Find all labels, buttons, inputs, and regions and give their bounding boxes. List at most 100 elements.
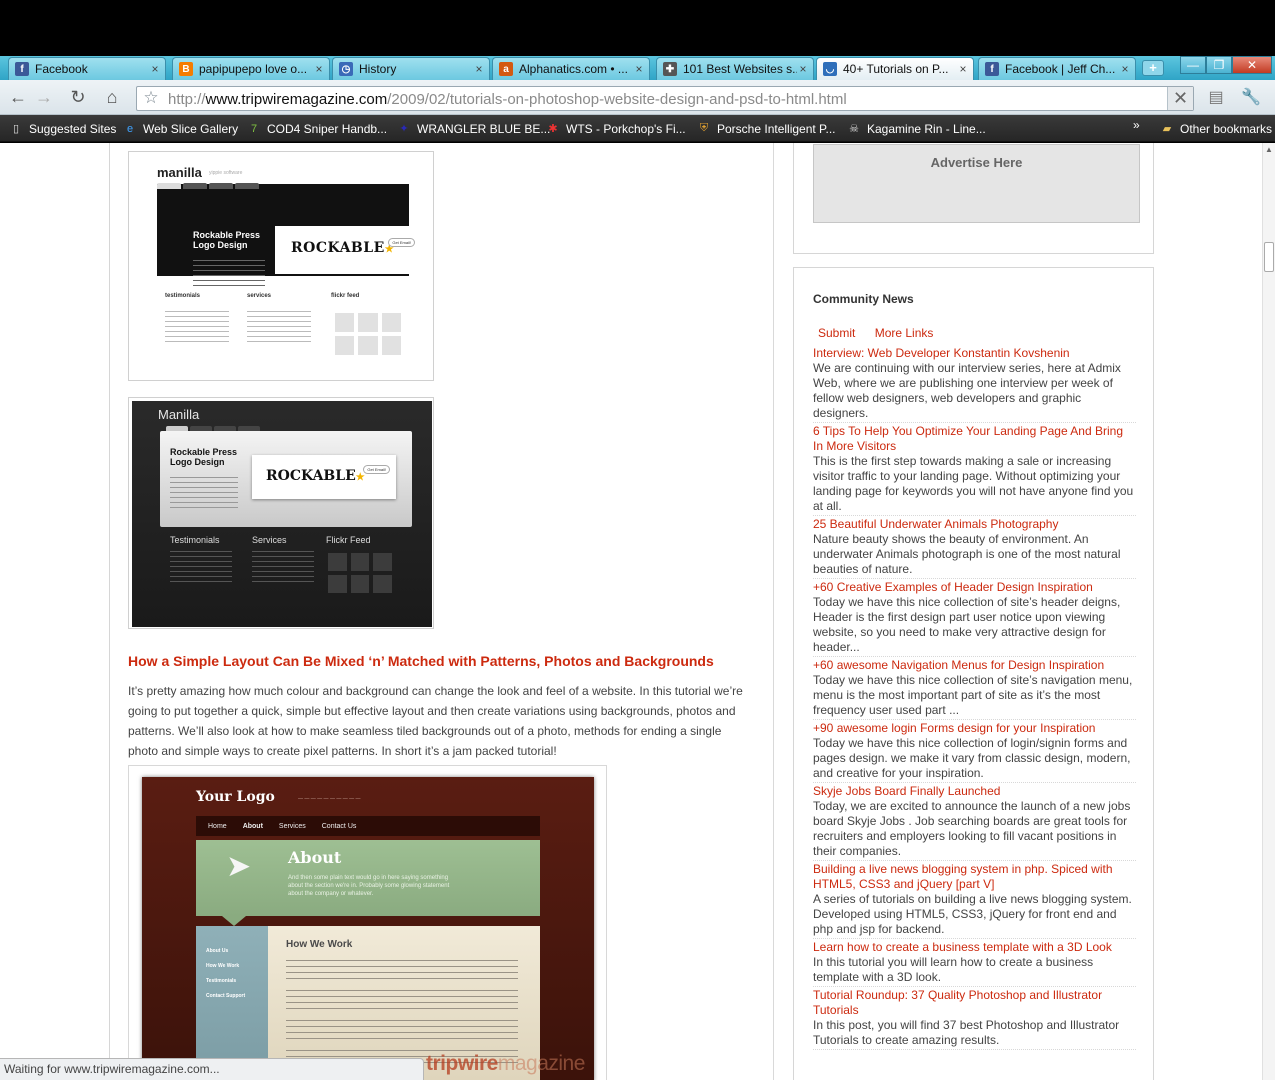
submit-link[interactable]: Submit <box>818 326 855 340</box>
manilla-light-screenshot[interactable]: manilla yippie software Rockable Press Lo… <box>128 151 434 381</box>
text-lines <box>165 311 229 345</box>
news-title-link[interactable]: 25 Beautiful Underwater Animals Photogra… <box>813 517 1136 532</box>
tab-label: Facebook <box>35 62 88 76</box>
hero-heading: Rockable Press Logo Design <box>170 447 238 467</box>
rockable-banner: ROCKABLE★ Get Email! <box>275 226 421 274</box>
flickr-grid <box>328 553 392 593</box>
close-tab-icon[interactable]: × <box>1119 62 1131 76</box>
close-tab-icon[interactable]: × <box>473 62 485 76</box>
news-title-link[interactable]: Building a live news blogging system in … <box>813 862 1136 892</box>
tripwire-watermark: tripwiremagazine <box>426 1052 585 1075</box>
post-title-link[interactable]: How a Simple Layout Can Be Mixed ‘n’ Mat… <box>128 653 714 669</box>
close-tab-icon[interactable]: × <box>633 62 645 76</box>
brand-text: ROCKABLE <box>291 240 385 256</box>
tab-label: Alphanatics.com • ... <box>519 62 628 76</box>
advertise-box: Advertise Here <box>793 143 1154 254</box>
hero-notch <box>222 916 246 926</box>
news-item: Interview: Web Developer Konstantin Kovs… <box>813 345 1136 423</box>
maximize-button[interactable]: ❐ <box>1206 56 1232 74</box>
news-item: 6 Tips To Help You Optimize Your Landing… <box>813 423 1136 516</box>
your-logo-screenshot[interactable]: Your Logo — — — — — — — — — — Home About… <box>128 765 607 1080</box>
shot-logo: Your Logo <box>196 789 275 805</box>
news-title-link[interactable]: +60 awesome Navigation Menus for Design … <box>813 658 1136 673</box>
back-icon[interactable]: ← <box>6 86 30 110</box>
tab-5[interactable]: ✚ 101 Best Websites s... × <box>656 57 814 80</box>
forward-icon[interactable]: → <box>32 86 56 110</box>
history-icon: ◷ <box>339 62 353 76</box>
text-lines <box>286 990 518 1012</box>
news-title-link[interactable]: Learn how to create a business template … <box>813 940 1136 955</box>
bookmark-3[interactable]: 7 COD4 Sniper Handb... <box>246 120 387 137</box>
new-tab-button[interactable]: + <box>1142 60 1164 76</box>
tab-4[interactable]: a Alphanatics.com • ... × <box>492 57 650 80</box>
hero-text-lines <box>170 477 238 511</box>
close-tab-icon[interactable]: × <box>797 62 809 76</box>
bookmark-1[interactable]: ▯ Suggested Sites <box>8 120 116 137</box>
ie-icon: e <box>126 122 134 135</box>
scroll-thumb[interactable] <box>1264 242 1274 272</box>
news-title-link[interactable]: +90 awesome login Forms design for your … <box>813 721 1136 736</box>
alphanatics-icon: a <box>499 62 513 76</box>
close-window-button[interactable]: ✕ <box>1232 56 1272 74</box>
news-description: Today we have this nice collection of lo… <box>813 736 1131 780</box>
tab-7[interactable]: f Facebook | Jeff Ch... × <box>978 57 1136 80</box>
web-page: manilla yippie software Rockable Press Lo… <box>0 143 1275 1080</box>
bookmark-6[interactable]: ⛨ Porsche Intelligent P... <box>696 120 836 137</box>
news-item: Skyje Jobs Board Finally Launched Today, … <box>813 783 1136 861</box>
tab-1[interactable]: f Facebook × <box>8 57 166 80</box>
tab-label: papipupepo love o... <box>199 62 308 76</box>
text-lines <box>286 1020 518 1042</box>
tab-2[interactable]: Bpapipupepo love o... × <box>172 57 330 80</box>
page-menu-icon[interactable]: ▤ <box>1203 87 1229 109</box>
other-bookmarks[interactable]: ▰ Other bookmarks <box>1159 120 1272 137</box>
wrench-icon[interactable]: 🔧 <box>1238 87 1264 109</box>
news-item: Learn how to create a business template … <box>813 939 1136 987</box>
tab-strip: f Facebook × Bpapipupepo love o... × ◷ History… <box>0 56 1275 80</box>
bookmark-label: WTS - Porkchop's Fi... <box>566 121 686 136</box>
text-lines <box>252 551 314 585</box>
close-tab-icon[interactable]: × <box>957 62 969 76</box>
text-lines <box>247 311 311 345</box>
address-bar[interactable]: ☆ http://www.tripwiremagazine.com/2009/0… <box>136 86 1194 111</box>
bookmark-label: Suggested Sites <box>29 121 117 136</box>
manilla-dark-screenshot[interactable]: Manilla Rockable Press Logo Design ROCKAB… <box>128 397 434 629</box>
advertise-text: Advertise Here <box>930 155 1023 170</box>
news-title-link[interactable]: 6 Tips To Help You Optimize Your Landing… <box>813 424 1136 454</box>
scroll-up-icon[interactable]: ▲ <box>1263 145 1275 157</box>
news-description: Today we have this nice collection of si… <box>813 673 1133 717</box>
stop-loading-icon[interactable]: ✕ <box>1167 87 1193 110</box>
news-item: Building a live news blogging system in … <box>813 861 1136 939</box>
news-title-link[interactable]: Interview: Web Developer Konstantin Kovs… <box>813 346 1136 361</box>
facebook-icon: f <box>985 62 999 76</box>
tab-label: History <box>359 62 397 76</box>
bookmark-5[interactable]: ✱ WTS - Porkchop's Fi... <box>545 120 686 137</box>
tab-3[interactable]: ◷ History × <box>332 57 490 80</box>
reload-icon[interactable]: ↻ <box>66 86 90 110</box>
tab-6[interactable]: ◡ 40+ Tutorials on P... × <box>816 57 974 80</box>
community-news-heading: Community News <box>813 292 914 306</box>
bookmarks-overflow-icon[interactable]: » <box>1133 118 1140 132</box>
brand-text: ROCKABLE <box>266 468 356 484</box>
hero-text-lines <box>193 260 265 290</box>
news-title-link[interactable]: Skyje Jobs Board Finally Launched <box>813 784 1136 799</box>
news-title-link[interactable]: +60 Creative Examples of Header Design I… <box>813 580 1136 595</box>
news-description: Today we have this nice collection of si… <box>813 595 1121 654</box>
more-links-link[interactable]: More Links <box>875 326 934 340</box>
close-tab-icon[interactable]: × <box>313 62 325 76</box>
bookmark-4[interactable]: ✦ WRANGLER BLUE BE... <box>396 120 550 137</box>
news-links: Submit More Links <box>818 326 949 340</box>
close-tab-icon[interactable]: × <box>149 62 161 76</box>
flickr-grid <box>335 313 401 355</box>
vertical-scrollbar[interactable]: ▲ <box>1262 143 1275 1080</box>
url-text[interactable]: http://www.tripwiremagazine.com/2009/02/… <box>168 91 847 108</box>
bookmark-2[interactable]: e Web Slice Gallery <box>122 120 238 137</box>
advertise-slot[interactable]: Advertise Here <box>813 144 1140 223</box>
home-icon[interactable]: ⌂ <box>100 86 124 110</box>
column-flickr: Flickr Feed <box>326 535 371 545</box>
minimize-button[interactable]: — <box>1180 56 1206 74</box>
bookmark-star-icon[interactable]: ☆ <box>141 88 161 108</box>
bookmark-7[interactable]: ☠ Kagamine Rin - Line... <box>846 120 986 137</box>
news-title-link[interactable]: Tutorial Roundup: 37 Quality Photoshop a… <box>813 988 1136 1018</box>
skull-icon: ☠ <box>849 123 859 135</box>
text-lines <box>286 960 518 982</box>
